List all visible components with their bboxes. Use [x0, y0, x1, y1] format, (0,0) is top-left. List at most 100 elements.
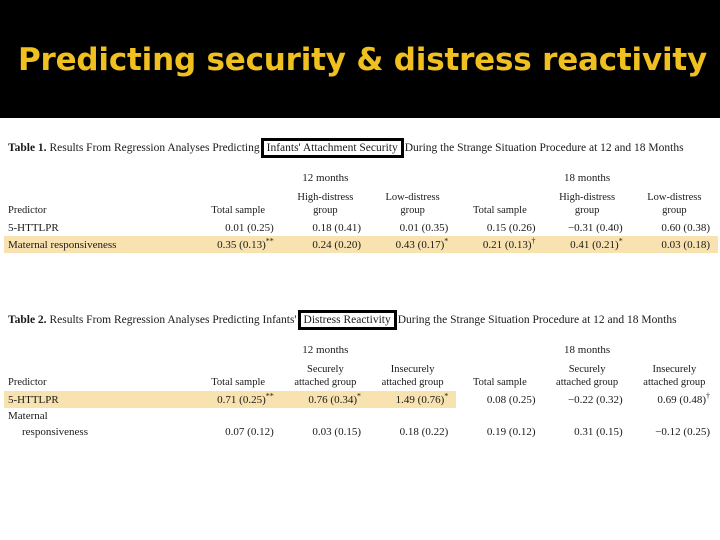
table-2-r0-c3: 0.08 (0.25) [456, 391, 543, 408]
header-line-2: group [574, 204, 600, 216]
table-1-block: Table 1. Results From Regression Analyse… [4, 138, 718, 253]
header-line-2: group [313, 204, 338, 216]
cell-value: 0.07 (0.12) [225, 426, 274, 438]
table-1-r1-c2: 0.43 (0.17)* [368, 236, 457, 253]
cell-value: 0.71 (0.25) [217, 394, 266, 406]
table-1-r1-c4: 0.41 (0.21)* [543, 236, 631, 253]
table-1-caption: Table 1. Results From Regression Analyse… [4, 138, 718, 158]
table-1-header-row: Predictor Total sample High-distress gro… [4, 187, 718, 219]
table-2-r1-c2: 0.18 (0.22) [369, 408, 456, 440]
table-1-span-12-months: 12 months [302, 172, 349, 184]
cell-value: 0.19 (0.12) [486, 426, 536, 438]
table-2-r1-predictor: Maternal responsiveness [4, 408, 195, 440]
table-2-block: Table 2. Results From Regression Analyse… [4, 310, 718, 440]
cell-sig: * [444, 391, 449, 401]
table-1-col-total-sample-12: Total sample [195, 187, 282, 219]
table-2-col-insecurely-attached-18: Insecurely attached group [631, 359, 718, 391]
header-line-2: group [400, 204, 425, 216]
cell-sig: * [618, 236, 623, 246]
table-2-r0-predictor: 5-HTTLPR [4, 391, 195, 408]
table-2-col-total-sample-12: Total sample [195, 359, 282, 391]
table-1-r1-c1: 0.24 (0.20) [281, 236, 369, 253]
table-row-highlighted: Maternal responsiveness 0.35 (0.13)** 0.… [4, 236, 718, 253]
table-2-r0-c5: 0.69 (0.48)† [631, 391, 718, 408]
table-2-caption-after: During the Strange Situation Procedure a… [397, 314, 677, 326]
table-2-col-total-sample-18: Total sample [456, 359, 543, 391]
cell-value: 0.18 (0.22) [399, 426, 449, 438]
cell-value: 0.43 (0.17) [395, 239, 445, 251]
cell-value: −0.12 (0.25) [655, 426, 710, 438]
table-2: 12 months 18 months Predictor Total samp… [4, 334, 718, 440]
cell-value: 0.35 (0.13) [217, 239, 266, 251]
table-2-col-insecurely-attached-12: Insecurely attached group [369, 359, 456, 391]
table-1-col-total-sample-18: Total sample [456, 187, 543, 219]
table-2-caption-highlight-box: Distress Reactivity [297, 310, 397, 330]
table-2-caption-number: Table 2. [8, 314, 47, 326]
table-1-span-18-months: 18 months [564, 172, 611, 184]
table-1-r0-c2: 0.01 (0.35) [369, 219, 456, 236]
header-line-1: Low-distress [647, 192, 702, 203]
table-2-col-securely-attached-12: Securely attached group [282, 359, 369, 391]
cell-value: 0.24 (0.20) [312, 239, 361, 251]
cell-value: −0.22 (0.32) [567, 394, 623, 406]
table-1-r0-predictor: 5-HTTLPR [8, 222, 59, 234]
header-line-2: attached group [381, 376, 444, 388]
table-row: Maternal responsiveness 0.07 (0.12) 0.03… [4, 408, 718, 440]
table-1-col-low-distress-12: Low-distress group [369, 187, 456, 219]
cell-sig: ** [265, 236, 274, 246]
table-2-span-18-months: 18 months [564, 344, 611, 356]
cell-sig: ** [265, 391, 274, 401]
table-2-r1-c5: −0.12 (0.25) [631, 408, 718, 440]
table-2-span-header-row: 12 months 18 months [4, 334, 718, 359]
table-1-r0-c0: 0.01 (0.25) [195, 219, 282, 236]
table-1-caption-number: Table 1. [8, 142, 47, 154]
table-row-highlighted: 5-HTTLPR 0.71 (0.25)** 0.76 (0.34) * 1.49… [4, 391, 718, 408]
table-2-header-row: Predictor Total sample Securely attached… [4, 359, 718, 391]
cell-value: 0.31 (0.15) [574, 426, 623, 438]
table-1-col-predictor: Predictor [8, 204, 47, 216]
table-1-span-header-row: 12 months 18 months [4, 162, 718, 187]
predictor-line-2: responsiveness [22, 426, 88, 438]
cell-value: 0.69 (0.48) [657, 394, 706, 406]
table-1: 12 months 18 months Predictor Total samp… [4, 162, 718, 253]
header-line-1: Insecurely [390, 364, 435, 375]
header-line-1: Insecurely [652, 364, 697, 375]
header-line-1: Securely [568, 364, 606, 375]
table-row: 5-HTTLPR 0.01 (0.25) 0.18 (0.41) 0.01 (0… [4, 219, 718, 236]
cell-value: 0.01 (0.25) [225, 222, 274, 234]
cell-sig: † [531, 236, 536, 246]
table-1-r1-c5: 0.03 (0.18) [630, 236, 718, 253]
predictor-line-1: Maternal [8, 410, 48, 422]
table-2-r1-c4: 0.31 (0.15) [543, 408, 630, 440]
table-1-r1-predictor: Maternal responsiveness [4, 236, 195, 253]
table-2-span-12-months: 12 months [302, 344, 349, 356]
table-1-r1-c0: 0.35 (0.13)** [194, 236, 282, 253]
cell-value: 0.03 (0.18) [661, 239, 710, 251]
header-line-2: Total sample [472, 204, 527, 216]
table-2-span-blank [4, 334, 195, 359]
header-line-2: Total sample [211, 376, 266, 388]
cell-value: 1.49 (0.76) [395, 394, 445, 406]
table-1-r0-c5: 0.60 (0.38) [631, 219, 718, 236]
cell-value: 0.18 (0.41) [312, 222, 361, 234]
table-2-r1-c1: 0.03 (0.15) [282, 408, 369, 440]
table-1-caption-before: Results From Regression Analyses Predict… [46, 142, 260, 154]
header-line-2: group [662, 204, 687, 216]
header-line-2: Total sample [211, 204, 266, 216]
header-line-1: Low-distress [385, 192, 440, 203]
cell-value: 0.01 (0.35) [399, 222, 449, 234]
table-1-r0-c4: −0.31 (0.40) [543, 219, 630, 236]
table-2-r0-c4: −0.22 (0.32) [543, 391, 630, 408]
table-2-r0-c2: 1.49 (0.76)* [368, 391, 457, 408]
header-line-2: attached group [556, 376, 619, 388]
table-2-caption-before: Results From Regression Analyses Predict… [46, 314, 297, 326]
table-1-col-low-distress-18: Low-distress group [631, 187, 718, 219]
table-2-r1-c0: 0.07 (0.12) [195, 408, 282, 440]
header-line-2: attached group [294, 376, 357, 388]
table-1-col-high-distress-12: High-distress group [282, 187, 369, 219]
page-title: Predicting security & distress reactivit… [18, 42, 708, 78]
cell-value: 0.41 (0.21) [570, 239, 619, 251]
table-1-col-high-distress-18: High-distress group [543, 187, 630, 219]
cell-value: 0.76 (0.34) [308, 394, 357, 406]
cell-sig: * [444, 236, 449, 246]
